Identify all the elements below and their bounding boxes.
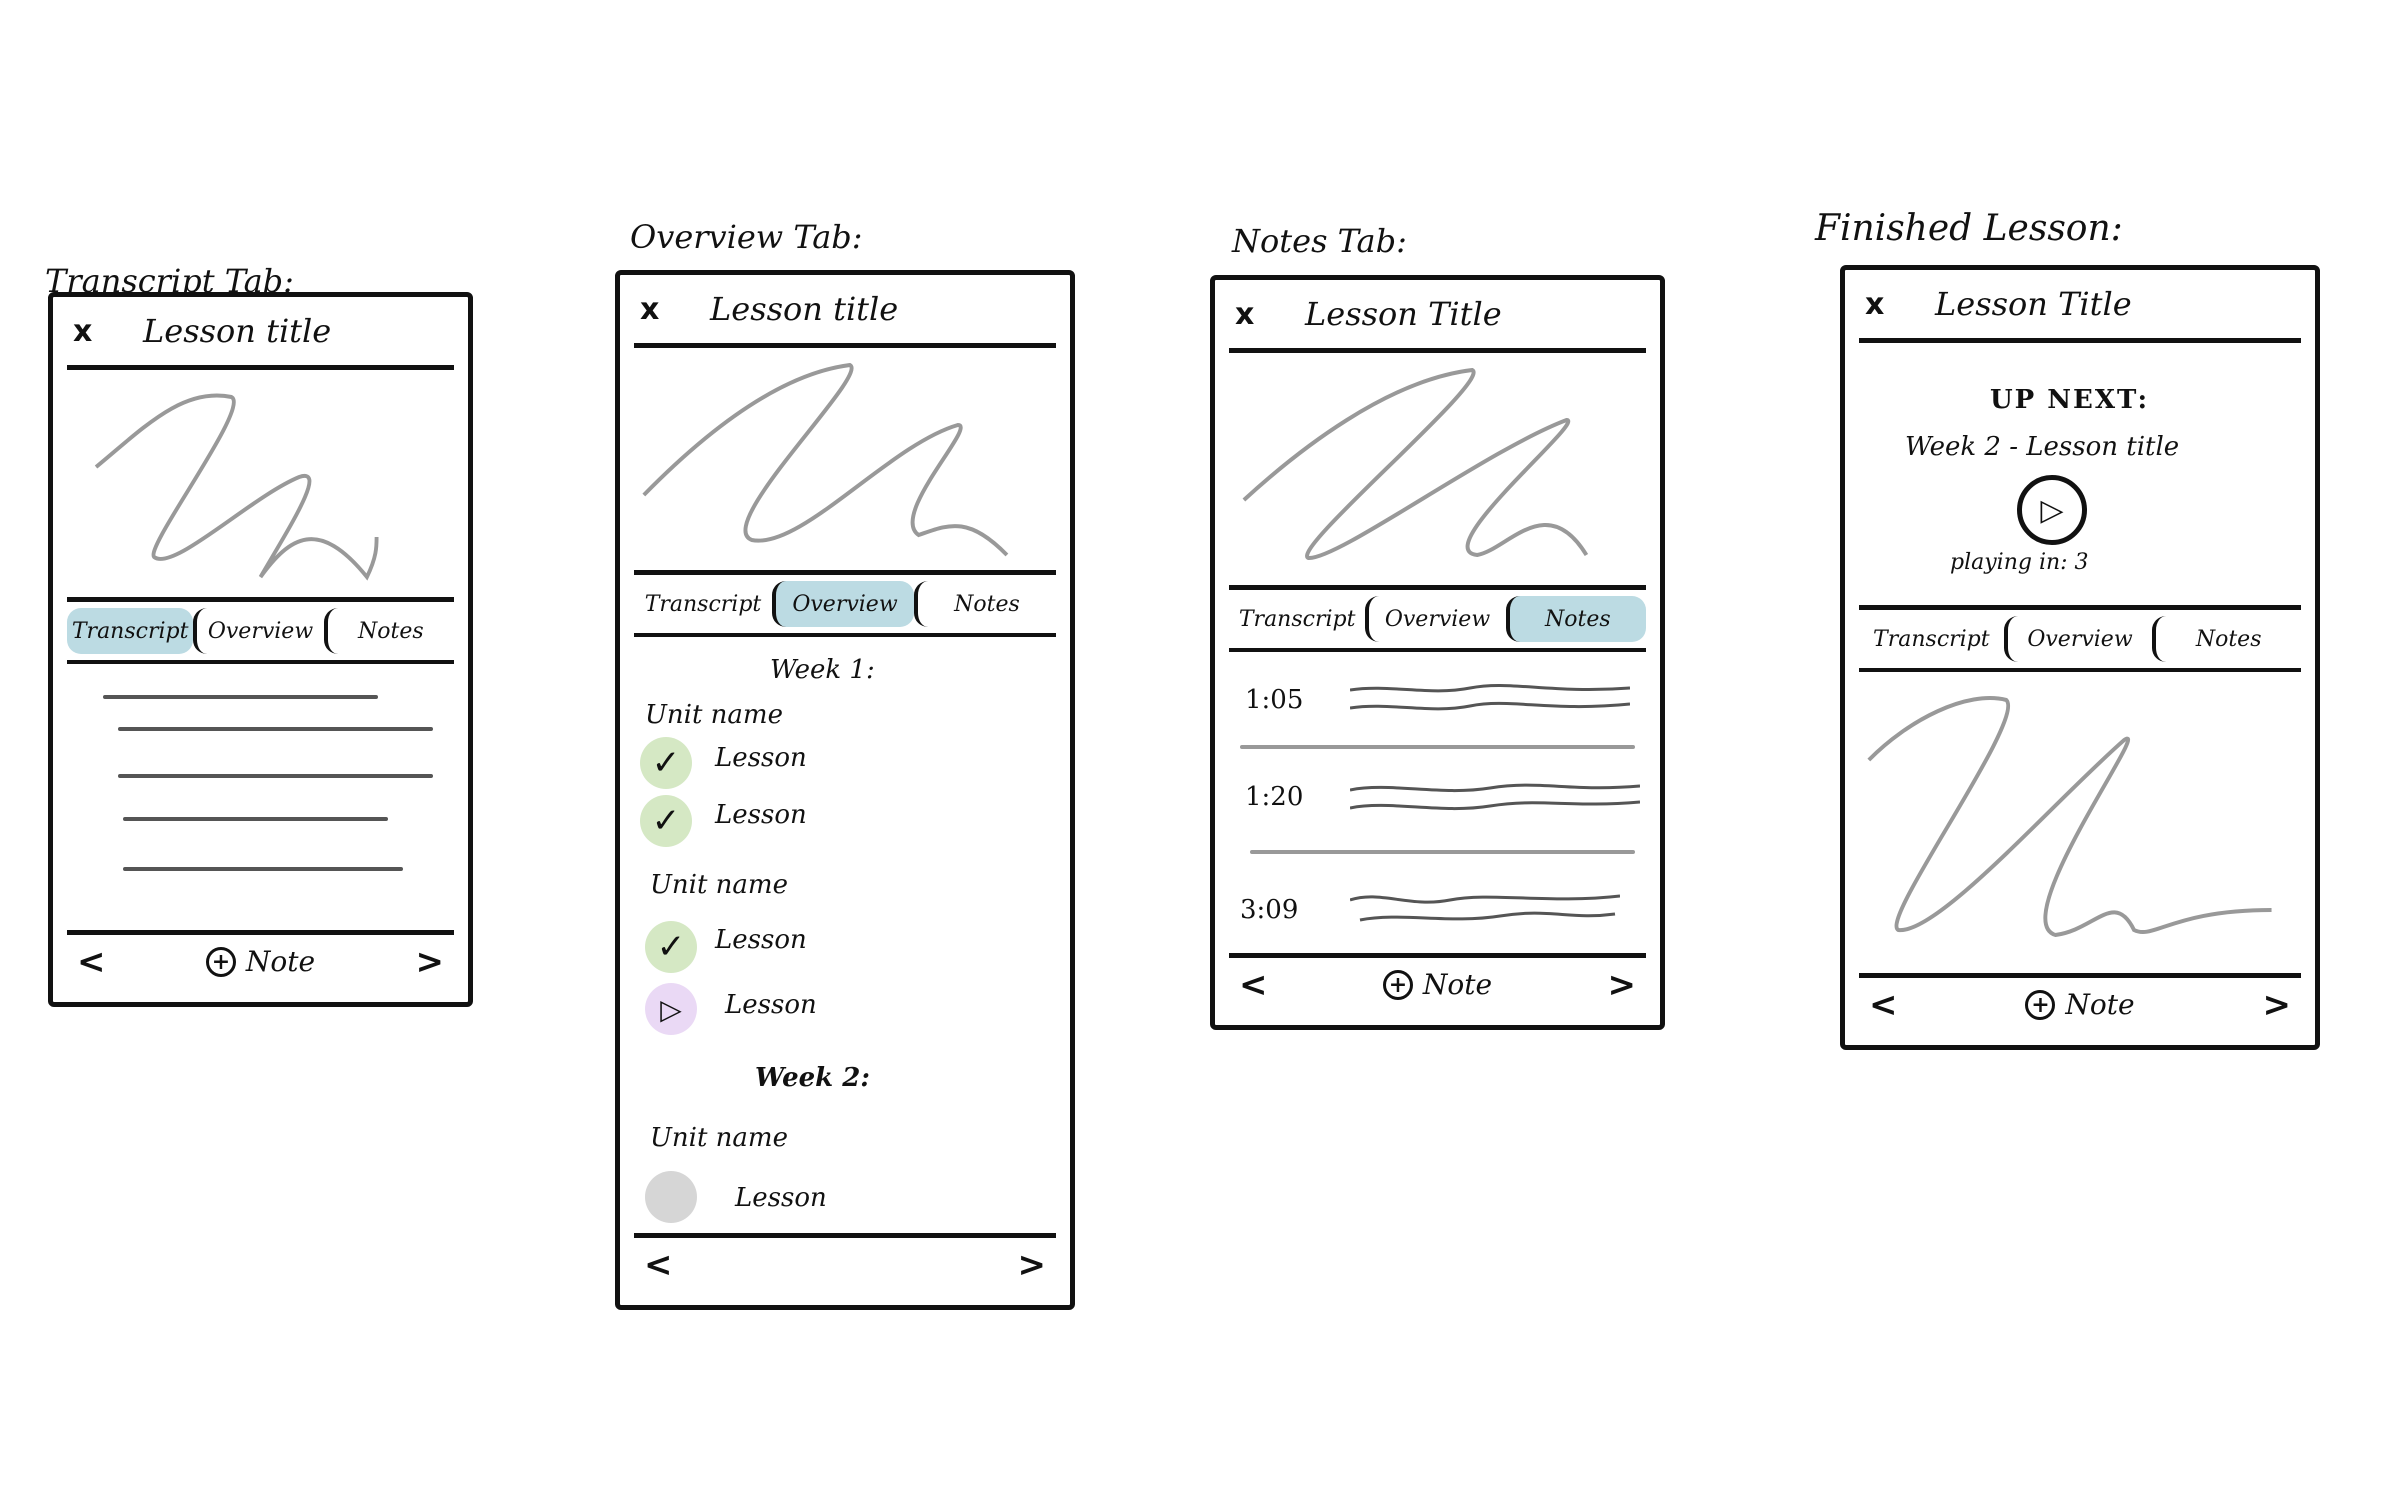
lesson-header: x Lesson Title	[1859, 270, 2301, 343]
lesson-label: Lesson	[715, 925, 807, 955]
transcript-line	[123, 867, 403, 871]
transcript-line	[118, 727, 433, 731]
close-button[interactable]: x	[634, 292, 710, 327]
note-label: Note	[1422, 968, 1493, 1001]
lesson-label: Lesson	[725, 990, 817, 1020]
video-player[interactable]	[67, 377, 454, 597]
tab-bar: Transcript Overview Notes	[1859, 605, 2301, 672]
transcript-line	[123, 817, 388, 821]
check-icon: ✓	[640, 737, 692, 789]
lesson-header: x Lesson title	[634, 275, 1056, 348]
previous-button[interactable]: <	[77, 942, 106, 982]
note-timestamp: 1:05	[1245, 685, 1304, 715]
tab-bar: Transcript Overview Notes	[634, 570, 1056, 637]
lesson-title: Lesson title	[710, 290, 899, 328]
previous-button[interactable]: <	[1239, 965, 1268, 1005]
check-icon: ✓	[645, 921, 697, 973]
note-text-scribble	[1350, 683, 1630, 711]
lesson-title: Lesson Title	[1305, 295, 1502, 333]
video-player[interactable]	[1859, 680, 2301, 950]
lesson-header: x Lesson Title	[1229, 280, 1646, 353]
note-label: Note	[2065, 988, 2135, 1021]
note-label: Note	[245, 945, 316, 978]
plus-circle-icon: +	[1382, 969, 1413, 1000]
transcript-line	[118, 774, 433, 778]
previous-button[interactable]: <	[644, 1245, 673, 1285]
next-button[interactable]: >	[1018, 1245, 1047, 1285]
next-button[interactable]: >	[416, 942, 445, 982]
play-icon: ▷	[2040, 492, 2064, 528]
caption-notes-tab: Notes Tab:	[1232, 222, 1407, 260]
caption-finished-lesson: Finished Lesson:	[1815, 208, 2123, 249]
tab-overview[interactable]: Overview	[1365, 596, 1505, 642]
bottom-bar: < + Note >	[67, 930, 454, 988]
countdown-text: playing in: 3	[1950, 550, 2089, 575]
play-next-button[interactable]: ▷	[2017, 475, 2087, 545]
bottom-bar: < >	[634, 1233, 1056, 1291]
lesson-header: x Lesson title	[67, 297, 454, 370]
notes-frame: x Lesson Title Transcript Overview Notes…	[1210, 275, 1665, 1030]
tab-notes[interactable]: Notes	[2152, 616, 2301, 662]
tab-transcript[interactable]: Transcript	[67, 608, 194, 654]
video-player[interactable]	[634, 355, 1056, 570]
note-timestamp: 3:09	[1240, 895, 1299, 925]
divider	[1240, 745, 1635, 749]
week-heading: Week 2:	[755, 1063, 870, 1093]
unit-name: Unit name	[650, 870, 788, 900]
previous-button[interactable]: <	[1869, 985, 1898, 1025]
plus-circle-icon: +	[205, 946, 236, 977]
tab-notes[interactable]: Notes	[1505, 596, 1646, 642]
next-lesson-title: Week 2 - Lesson title	[1905, 432, 2180, 462]
tab-transcript[interactable]: Transcript	[634, 581, 772, 627]
tab-notes[interactable]: Notes	[323, 608, 454, 654]
up-next-label: UP NEXT:	[1990, 385, 2150, 415]
transcript-frame: x Lesson title Transcript Overview Notes…	[48, 292, 473, 1007]
week-heading: Week 1:	[770, 655, 875, 685]
close-button[interactable]: x	[1859, 287, 1935, 322]
tab-overview[interactable]: Overview	[2003, 616, 2153, 662]
next-button[interactable]: >	[1608, 965, 1637, 1005]
tab-overview[interactable]: Overview	[193, 608, 323, 654]
overview-frame: x Lesson title Transcript Overview Notes…	[615, 270, 1075, 1310]
finished-lesson-frame: x Lesson Title UP NEXT: Week 2 - Lesson …	[1840, 265, 2320, 1050]
tab-transcript[interactable]: Transcript	[1859, 616, 2004, 662]
close-button[interactable]: x	[1229, 297, 1305, 332]
lesson-title: Lesson Title	[1935, 285, 2132, 323]
plus-circle-icon: +	[2025, 989, 2056, 1020]
transcript-line	[103, 695, 378, 699]
note-timestamp: 1:20	[1245, 782, 1304, 812]
lesson-title: Lesson title	[143, 312, 332, 350]
note-text-scribble	[1350, 894, 1620, 922]
lesson-label: Lesson	[735, 1183, 827, 1213]
unit-name: Unit name	[650, 1123, 788, 1153]
video-player[interactable]	[1229, 360, 1646, 585]
add-note-button[interactable]: + Note	[205, 945, 316, 978]
bottom-bar: < + Note >	[1229, 953, 1646, 1011]
divider	[1250, 850, 1635, 854]
tab-transcript[interactable]: Transcript	[1229, 596, 1365, 642]
unit-name: Unit name	[645, 700, 783, 730]
add-note-button[interactable]: + Note	[2025, 988, 2135, 1021]
add-note-button[interactable]: + Note	[1382, 968, 1493, 1001]
close-button[interactable]: x	[67, 314, 143, 349]
tab-notes[interactable]: Notes	[914, 581, 1056, 627]
locked-circle-icon	[645, 1171, 697, 1223]
tab-bar: Transcript Overview Notes	[67, 597, 454, 664]
lesson-label: Lesson	[715, 800, 807, 830]
note-text-scribble	[1350, 783, 1640, 811]
bottom-bar: < + Note >	[1859, 973, 2301, 1031]
check-icon: ✓	[640, 795, 692, 847]
tab-overview[interactable]: Overview	[772, 581, 914, 627]
caption-overview-tab: Overview Tab:	[630, 218, 863, 256]
lesson-label: Lesson	[715, 743, 807, 773]
next-button[interactable]: >	[2263, 985, 2292, 1025]
play-icon: ▷	[645, 983, 697, 1035]
tab-bar: Transcript Overview Notes	[1229, 585, 1646, 652]
